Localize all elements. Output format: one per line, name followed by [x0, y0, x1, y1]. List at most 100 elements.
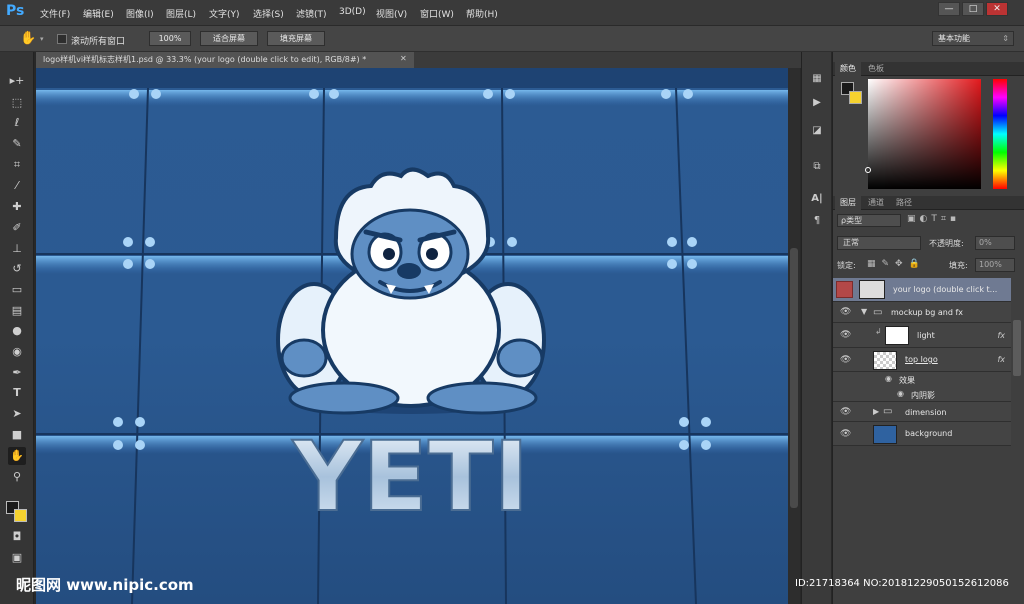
menu-select[interactable]: 选择(S): [253, 7, 284, 20]
menu-view[interactable]: 视图(V): [376, 7, 407, 20]
menu-image[interactable]: 图像(I): [126, 7, 154, 20]
document-tab[interactable]: logo样机vi样机标志样机1.psd @ 33.3% (your logo (…: [36, 52, 414, 68]
gradient-tool-icon[interactable]: ▤: [8, 302, 26, 320]
zoom-tool-icon[interactable]: ⚲: [8, 468, 26, 486]
opacity-label: 不透明度:: [929, 239, 964, 248]
menu-help[interactable]: 帮助(H): [466, 7, 498, 20]
menu-3d[interactable]: 3D(D): [339, 7, 366, 17]
layer-row-light[interactable]: 👁 ↲ light fx: [833, 323, 1011, 348]
quick-select-tool-icon[interactable]: ✎: [8, 135, 26, 153]
properties-icon[interactable]: ⧉: [809, 160, 825, 174]
eyedropper-tool-icon[interactable]: ⁄: [8, 177, 26, 195]
crop-tool-icon[interactable]: ⌗: [8, 156, 26, 174]
eye-icon[interactable]: ◉: [885, 374, 892, 383]
background-color-swatch[interactable]: [14, 509, 27, 522]
color-picker-field[interactable]: [868, 79, 981, 189]
lasso-tool-icon[interactable]: ℓ: [8, 114, 26, 132]
color-picker-cursor[interactable]: [865, 167, 871, 173]
fill-field[interactable]: 100%: [975, 258, 1015, 272]
fill-label: 填充:: [949, 261, 968, 270]
menu-edit[interactable]: 编辑(E): [83, 7, 114, 20]
tab-paths[interactable]: 路径: [891, 196, 917, 210]
fx-icon[interactable]: fx: [997, 331, 1005, 340]
path-select-icon[interactable]: ➤: [8, 405, 26, 423]
healing-brush-icon[interactable]: ✚: [8, 198, 26, 216]
tab-color[interactable]: 颜色: [835, 62, 861, 76]
character-panel-icon[interactable]: A|: [809, 192, 825, 206]
menu-filter[interactable]: 滤镜(T): [296, 7, 327, 20]
visibility-toggle[interactable]: [836, 281, 853, 298]
history-brush-icon[interactable]: ↺: [8, 260, 26, 278]
chevron-down-icon[interactable]: ▾: [40, 35, 44, 43]
scrollbar-thumb[interactable]: [790, 248, 798, 508]
hand-tool-icon[interactable]: ✋: [8, 447, 26, 465]
close-tab-icon[interactable]: ✕: [400, 54, 407, 63]
menu-file[interactable]: 文件(F): [40, 7, 70, 20]
eye-icon[interactable]: 👁: [840, 429, 851, 439]
layer-thumbnail: [885, 326, 909, 345]
close-button[interactable]: ✕: [986, 2, 1008, 16]
eye-icon[interactable]: 👁: [840, 330, 851, 340]
screen-mode-icon[interactable]: ▣: [8, 549, 26, 567]
lock-icons[interactable]: ▦✎✥🔒: [867, 259, 926, 269]
tab-swatches[interactable]: 色板: [863, 62, 889, 76]
eye-icon[interactable]: 👁: [840, 407, 851, 417]
layer-row-mockup-group[interactable]: 👁 ▼ ▭ mockup bg and fx: [833, 302, 1011, 323]
layer-row-top-logo[interactable]: 👁 top logo fx: [833, 348, 1011, 372]
layer-row-dimension-group[interactable]: 👁 ▶ ▭ dimension: [833, 402, 1011, 422]
eye-icon[interactable]: 👁: [840, 355, 851, 365]
scroll-all-checkbox[interactable]: [57, 34, 67, 44]
document-canvas[interactable]: YETI: [36, 68, 788, 604]
adjustments-icon[interactable]: ◪: [809, 124, 825, 138]
fx-icon[interactable]: fx: [997, 355, 1005, 364]
quick-mask-icon[interactable]: ◘: [8, 528, 26, 546]
layer-filter-icons[interactable]: ▣◐T⌗▪: [907, 214, 1007, 227]
fit-screen-button[interactable]: 适合屏幕: [200, 31, 258, 46]
layer-thumbnail: [873, 425, 897, 444]
chevron-down-icon: ⇕: [1002, 34, 1009, 43]
tab-channels[interactable]: 通道: [863, 196, 889, 210]
workspace-select[interactable]: 基本功能 ⇕: [932, 31, 1014, 46]
canvas-vertical-scrollbar[interactable]: [788, 68, 800, 604]
blur-tool-icon[interactable]: ●: [8, 322, 26, 340]
layers-scrollbar-thumb[interactable]: [1013, 320, 1021, 376]
background-color[interactable]: [849, 91, 862, 104]
eraser-tool-icon[interactable]: ▭: [8, 281, 26, 299]
fill-screen-button[interactable]: 填充屏幕: [267, 31, 325, 46]
pen-tool-icon[interactable]: ✒: [8, 364, 26, 382]
menu-window[interactable]: 窗口(W): [420, 7, 454, 20]
layer-row-background[interactable]: 👁 background: [833, 422, 1011, 446]
paragraph-panel-icon[interactable]: ¶: [809, 214, 825, 228]
history-panel-icon[interactable]: ▦: [809, 72, 825, 86]
rectangle-tool-icon[interactable]: ■: [8, 426, 26, 444]
layer-effects-row[interactable]: ◉ 效果: [833, 372, 1011, 387]
stamp-tool-icon[interactable]: ⊥: [8, 240, 26, 258]
layer-row-your-logo[interactable]: your logo (double click t...: [833, 278, 1011, 302]
layer-effect-inner-shadow[interactable]: ◉ 内阴影: [833, 387, 1011, 402]
opacity-field[interactable]: 0%: [975, 236, 1015, 250]
menu-type[interactable]: 文字(Y): [209, 7, 240, 20]
zoom-100-button[interactable]: 100%: [149, 31, 191, 46]
group-expand-icon[interactable]: ▼: [861, 307, 867, 316]
menu-layer[interactable]: 图层(L): [166, 7, 196, 20]
hue-slider[interactable]: [993, 79, 1007, 189]
group-expand-icon[interactable]: ▶: [873, 407, 879, 416]
dodge-tool-icon[interactable]: ◉: [8, 343, 26, 361]
move-tool-icon[interactable]: ▸+: [8, 72, 26, 90]
layer-name: dimension: [905, 408, 947, 417]
effect-name: 内阴影: [911, 391, 935, 400]
marquee-tool-icon[interactable]: ⬚: [8, 94, 26, 112]
eye-icon[interactable]: 👁: [840, 307, 851, 317]
actions-play-icon[interactable]: ▶: [809, 96, 825, 110]
type-tool-icon[interactable]: T: [8, 384, 26, 402]
eye-icon[interactable]: ◉: [897, 389, 904, 398]
document-tab-title: logo样机vi样机标志样机1.psd @ 33.3% (your logo (…: [43, 55, 367, 64]
maximize-button[interactable]: □: [962, 2, 984, 16]
scroll-all-label: 滚动所有窗口: [71, 37, 126, 47]
blend-mode-select[interactable]: 正常: [837, 236, 921, 250]
hand-icon[interactable]: ✋: [20, 31, 36, 46]
brush-tool-icon[interactable]: ✐: [8, 219, 26, 237]
layer-filter-select[interactable]: ρ类型: [837, 214, 901, 227]
minimize-button[interactable]: —: [938, 2, 960, 16]
tab-layers[interactable]: 图层: [835, 196, 861, 210]
